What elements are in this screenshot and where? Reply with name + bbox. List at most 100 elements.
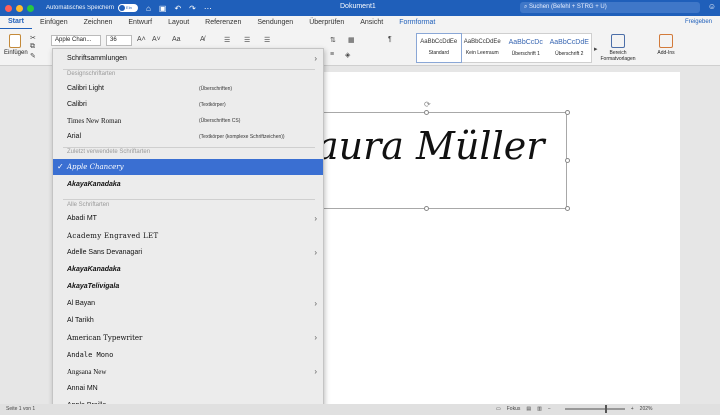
save-icon[interactable]: ▣ — [159, 4, 167, 13]
style-card[interactable]: AaBbCcDc Überschrift 1 — [504, 34, 548, 62]
search-input[interactable]: ⌕ Suchen (Befehl + STRG + U) — [520, 2, 700, 13]
zoom-window-button[interactable] — [27, 4, 34, 12]
font-name: Calibri Light — [67, 85, 104, 92]
zoom-level[interactable]: 202% — [640, 406, 653, 412]
font-role-note: (Textkörper (komplexe Schriftzeichen)) — [199, 134, 285, 140]
font-collections-label: Schriftsammlungen — [67, 55, 127, 62]
tab-entwurf[interactable]: Entwurf — [120, 16, 160, 29]
zoom-in-icon[interactable]: + — [631, 406, 634, 412]
resize-handle[interactable] — [565, 110, 570, 115]
recent-fonts-header: Zuletzt verwendete Schriftarten — [67, 149, 151, 155]
page-info: Seite 1 von 1 — [6, 406, 36, 412]
tab-einfügen[interactable]: Einfügen — [32, 16, 76, 29]
font-menu-item[interactable]: ✓ Apple Chancery — [53, 159, 323, 175]
tab-layout[interactable]: Layout — [160, 16, 197, 29]
borders-icon[interactable]: ▦ — [348, 36, 355, 44]
close-window-button[interactable] — [5, 4, 12, 12]
autosave-toggle[interactable]: Ein — [118, 4, 139, 12]
font-menu-item[interactable]: Angsana New › — [53, 364, 323, 380]
font-menu: Schriftsammlungen › Designschriftarten C… — [52, 48, 324, 415]
resize-handle[interactable] — [565, 158, 570, 163]
clipboard-icon — [9, 34, 21, 48]
home-icon[interactable]: ⌂ — [146, 4, 151, 13]
rotate-handle-icon[interactable]: ⟳ — [424, 100, 431, 109]
clear-format-icon[interactable]: A̸ — [200, 36, 205, 43]
format-painter-icon[interactable]: ✎ — [30, 52, 36, 60]
font-collections-item[interactable]: Schriftsammlungen › — [53, 51, 323, 67]
document-text[interactable]: aura Müller — [316, 124, 544, 168]
web-layout-icon[interactable]: ▥ — [537, 406, 542, 412]
font-size-field[interactable]: 36 — [106, 35, 132, 46]
zoom-out-icon[interactable]: − — [548, 406, 551, 412]
font-role-note: (Textkörper) — [199, 102, 226, 108]
font-menu-item[interactable]: Calibri (Textkörper) — [53, 97, 323, 113]
style-card[interactable]: AaBbCcDdEe Kein Leerraum — [461, 34, 505, 62]
account-icon[interactable]: ☺ — [708, 2, 716, 11]
styles-pane-button[interactable]: Bereich Formatvorlagen — [600, 34, 636, 62]
font-name-field[interactable]: Apple Chan... — [51, 35, 101, 46]
shading-icon[interactable]: ◈ — [345, 51, 350, 59]
status-bar: Seite 1 von 1 ▭ Fokus ▤ ▥ − + 202% — [0, 404, 720, 415]
print-layout-icon[interactable]: ▤ — [526, 406, 531, 412]
font-menu-item[interactable]: AkayaTelivigala — [53, 279, 323, 295]
zoom-slider[interactable] — [564, 405, 625, 413]
font-menu-item[interactable]: Al Bayan › — [53, 296, 323, 312]
resize-handle[interactable] — [424, 206, 429, 211]
tab-zeichnen[interactable]: Zeichnen — [76, 16, 121, 29]
font-menu-item[interactable]: Annai MN — [53, 381, 323, 397]
paste-button[interactable]: Einfügen — [4, 34, 28, 60]
multilevel-list-icon[interactable]: ☰ — [264, 36, 270, 44]
menu-divider — [63, 199, 315, 200]
focus-icon[interactable]: ▭ — [496, 406, 501, 412]
style-preview: AaBbCcDdE — [549, 39, 589, 46]
tab-start[interactable]: Start — [0, 15, 32, 30]
font-menu-item[interactable]: American Typewriter › — [53, 330, 323, 346]
copy-icon[interactable]: ⧉ — [30, 43, 35, 51]
font-menu-item[interactable]: Andale Mono — [53, 347, 323, 363]
quick-access-toolbar: ⌂ ▣ ↶ ↷ ⋯ — [146, 4, 212, 13]
style-name: Standard — [428, 50, 449, 56]
tab-formformat[interactable]: Formformat — [391, 16, 443, 29]
font-menu-item[interactable]: Academy Engraved LET — [53, 228, 323, 244]
font-menu-item[interactable]: AkayaKanadaka — [53, 177, 323, 193]
change-case-icon[interactable]: Aa — [172, 36, 181, 43]
share-button[interactable]: Freigeben — [685, 19, 712, 25]
styles-expand-icon[interactable]: ▸ — [594, 45, 598, 53]
font-menu-item[interactable]: Al Tarikh — [53, 313, 323, 329]
grow-font-icon[interactable]: A˄ — [137, 36, 146, 43]
font-menu-item[interactable]: Arial (Textkörper (komplexe Schriftzeiche… — [53, 129, 323, 145]
undo-icon[interactable]: ↶ — [174, 4, 181, 13]
font-menu-item[interactable]: Calibri Light (Überschriften) — [53, 81, 323, 97]
font-menu-item[interactable]: AkayaKanadaka — [53, 262, 323, 278]
cut-icon[interactable]: ✂ — [30, 34, 36, 42]
zoom-slider-knob[interactable] — [604, 405, 607, 413]
resize-handle[interactable] — [565, 206, 570, 211]
paragraph-marks-icon[interactable]: ¶ — [388, 36, 392, 43]
font-role-note: (Überschriften) — [199, 86, 233, 92]
sort-icon[interactable]: ⇅ — [330, 36, 336, 44]
font-menu-item[interactable]: Times New Roman (Überschriften CS) — [53, 113, 323, 129]
bullets-icon[interactable]: ☰ — [224, 36, 230, 44]
focus-label[interactable]: Fokus — [507, 406, 521, 412]
tab-referenzen[interactable]: Referenzen — [197, 16, 249, 29]
minimize-window-button[interactable] — [16, 4, 23, 12]
font-menu-item[interactable]: Abadi MT › — [53, 211, 323, 227]
numbering-icon[interactable]: ☰ — [244, 36, 250, 44]
font-name: Arial — [67, 133, 82, 140]
font-name: Academy Engraved LET — [67, 232, 159, 240]
window-controls — [5, 4, 34, 12]
tab-ansicht[interactable]: Ansicht — [352, 16, 391, 29]
addins-button[interactable]: Add-Ins — [652, 34, 680, 56]
resize-handle[interactable] — [424, 110, 429, 115]
tab-sendungen[interactable]: Sendungen — [249, 16, 301, 29]
style-name: Überschrift 2 — [555, 51, 584, 57]
more-icon[interactable]: ⋯ — [204, 4, 212, 13]
style-card[interactable]: AaBbCcDdEe Standard — [416, 33, 462, 63]
align-right-icon[interactable]: ≡ — [330, 51, 334, 58]
chevron-right-icon: › — [314, 248, 317, 257]
font-menu-item[interactable]: Adelle Sans Devanagari › — [53, 245, 323, 261]
redo-icon[interactable]: ↷ — [189, 4, 196, 13]
tab-überprüfen[interactable]: Überprüfen — [301, 16, 352, 29]
style-card[interactable]: AaBbCcDdE Überschrift 2 — [548, 34, 592, 62]
shrink-font-icon[interactable]: A˅ — [152, 36, 161, 43]
